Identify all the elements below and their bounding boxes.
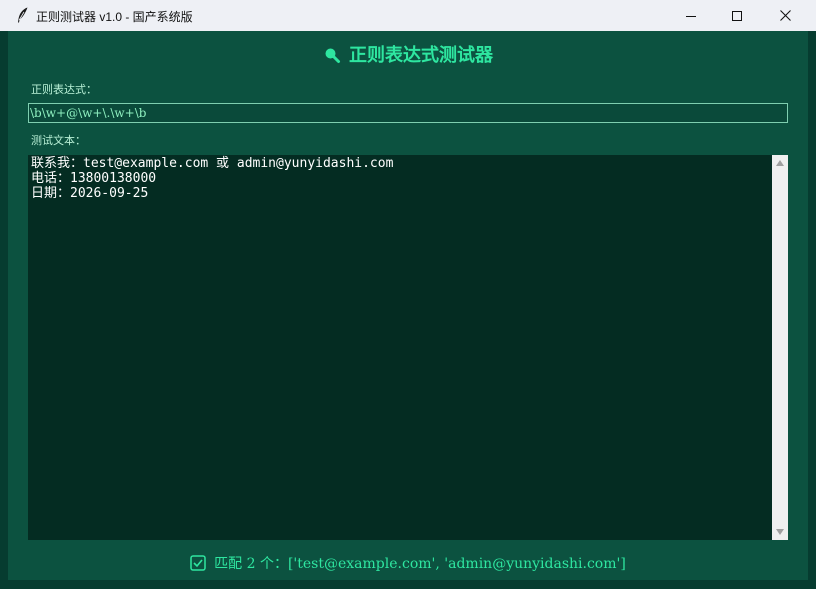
- window-title: 正则测试器 v1.0 - 国产系统版: [36, 10, 193, 24]
- search-icon: [325, 48, 340, 63]
- scroll-up-button[interactable]: [772, 155, 788, 171]
- regex-label: 正则表达式：: [31, 83, 97, 96]
- page-header: 正则表达式测试器: [8, 41, 808, 67]
- match-status-text: 匹配 2 个：['test@example.com', 'admin@yunyi…: [214, 556, 626, 572]
- test-text-area[interactable]: 联系我：test@example.com 或 admin@yunyidashi.…: [28, 155, 772, 540]
- triangle-down-icon: [776, 529, 784, 535]
- test-text-label: 测试文本：: [31, 134, 86, 147]
- test-text-box[interactable]: 联系我：test@example.com 或 admin@yunyidashi.…: [28, 155, 788, 540]
- app-window: 正则测试器 v1.0 - 国产系统版 正则表达式测试器 正则表达式： \b\w+…: [0, 0, 816, 589]
- maximize-icon: [732, 10, 742, 21]
- minimize-icon: [686, 15, 696, 17]
- vertical-scrollbar[interactable]: [772, 155, 788, 540]
- scroll-down-button[interactable]: [772, 524, 788, 540]
- triangle-up-icon: [776, 160, 784, 166]
- match-status: 匹配 2 个：['test@example.com', 'admin@yunyi…: [8, 552, 808, 574]
- check-icon: [190, 555, 206, 571]
- close-button[interactable]: [762, 0, 808, 31]
- regex-input[interactable]: [28, 103, 788, 123]
- page-title: 正则表达式测试器: [349, 45, 493, 66]
- close-icon: [779, 10, 791, 21]
- minimize-button[interactable]: [668, 0, 714, 31]
- feather-icon: [18, 7, 28, 23]
- main-panel: 正则表达式测试器 正则表达式： 测试文本： 联系我：test@example.c…: [8, 31, 808, 580]
- maximize-button[interactable]: [714, 0, 760, 31]
- title-bar[interactable]: 正则测试器 v1.0 - 国产系统版: [0, 0, 816, 31]
